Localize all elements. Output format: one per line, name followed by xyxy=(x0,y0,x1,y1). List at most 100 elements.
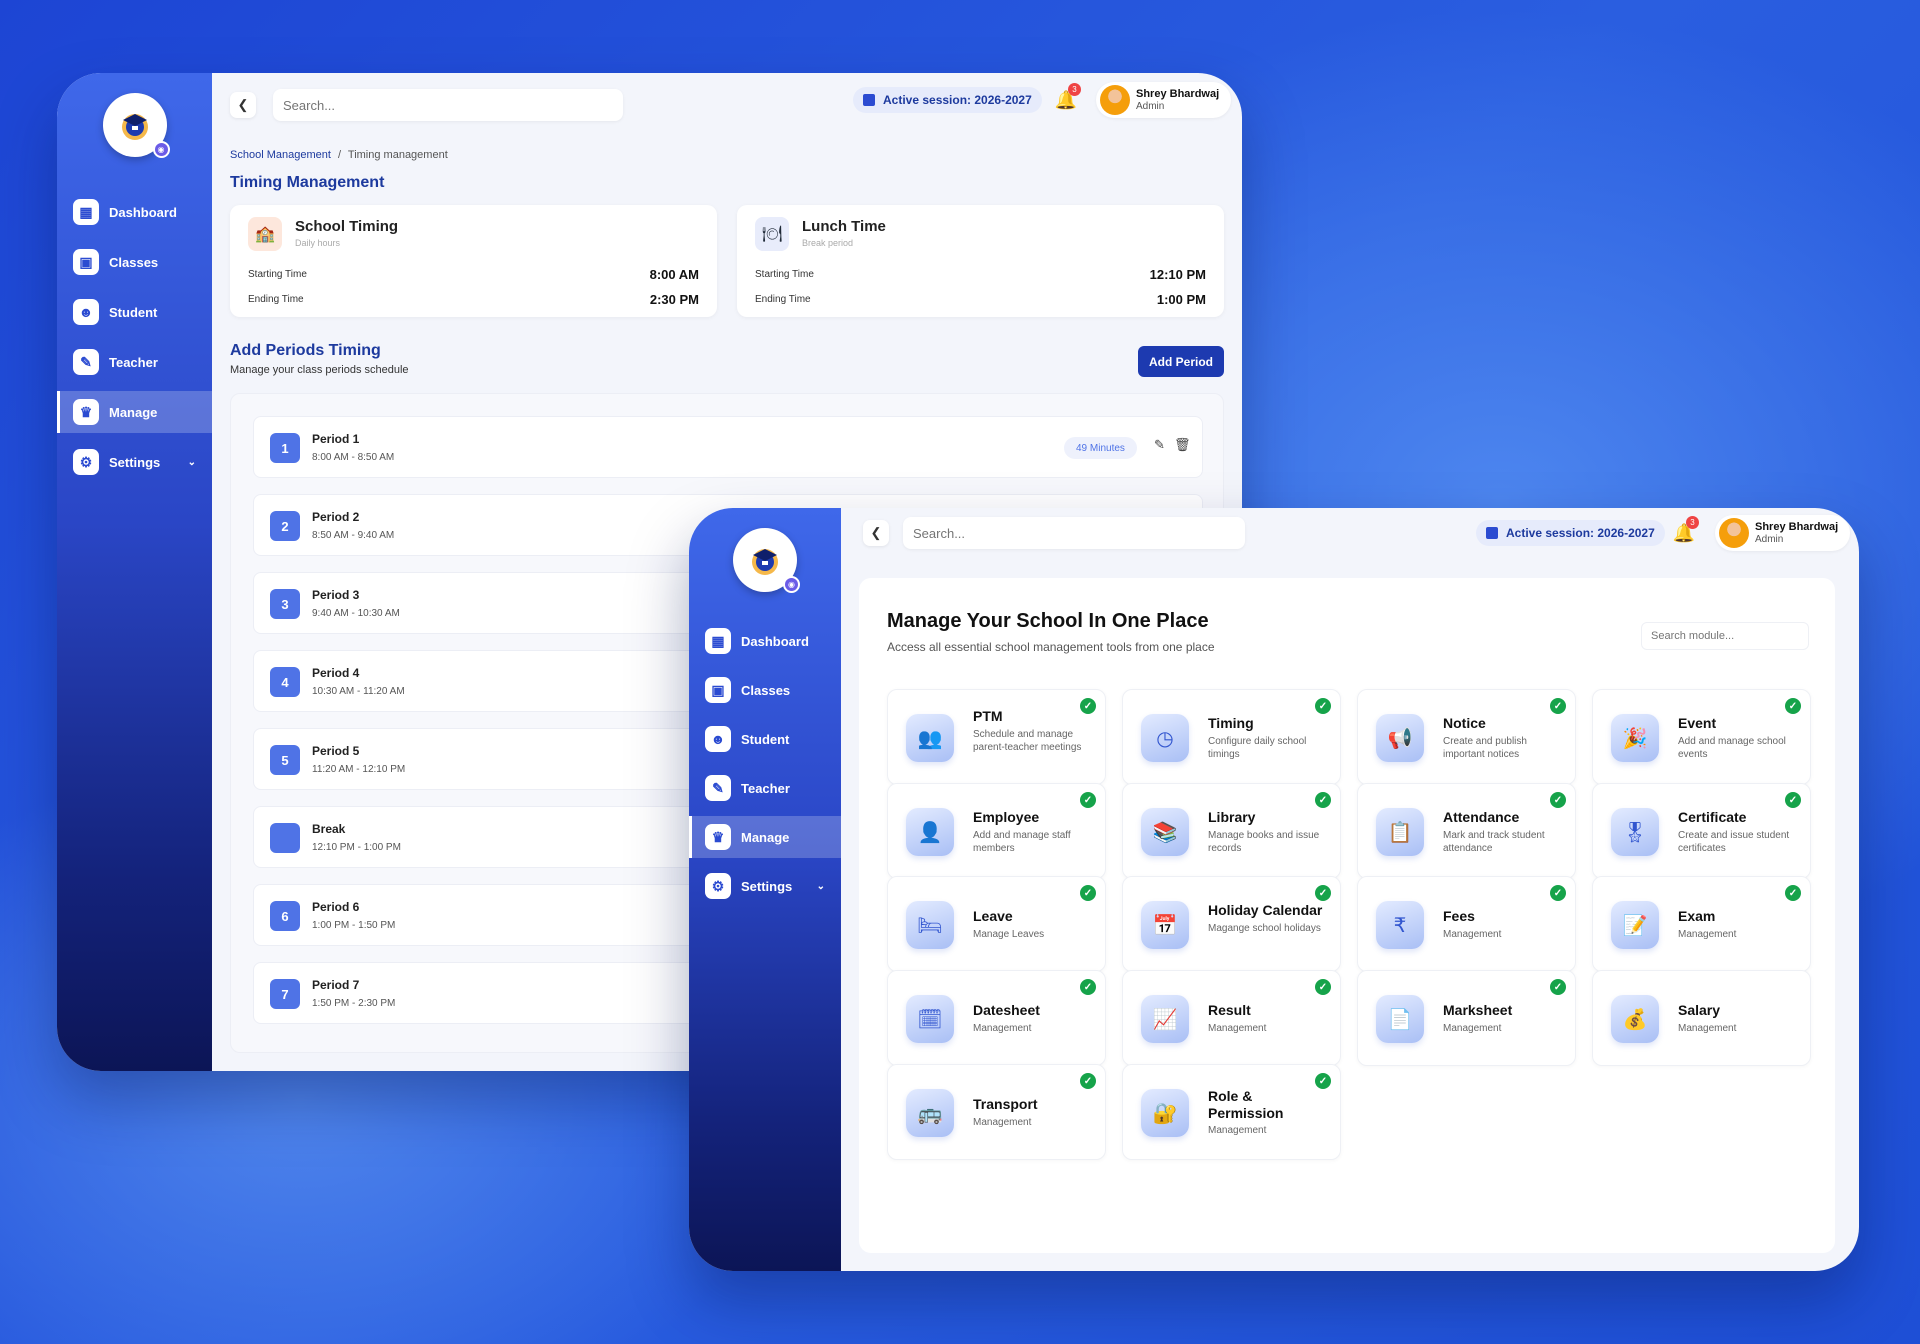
sidebar-item-manage[interactable]: ♛ Manage xyxy=(57,391,212,433)
sidebar-item-student[interactable]: ☻ Student xyxy=(57,291,212,333)
leave-icon: 🛏 xyxy=(906,901,954,949)
school-logo[interactable]: ◉ xyxy=(102,93,170,158)
sidebar-item-label: Settings xyxy=(109,454,161,470)
module-card[interactable]: 🗓 Datesheet Management ✓ xyxy=(887,970,1106,1066)
module-card[interactable]: 📋 Attendance Mark and track student attend… xyxy=(1357,783,1576,879)
start-label: Starting Time xyxy=(248,269,307,280)
chevron-down-icon[interactable]: ⌄ xyxy=(188,457,196,468)
sidebar-item-label: Manage xyxy=(741,829,790,845)
module-card[interactable]: 📄 Marksheet Management ✓ xyxy=(1357,970,1576,1066)
user-profile[interactable]: Shrey Bhardwaj Admin xyxy=(1096,82,1232,118)
active-session-badge[interactable]: Active session: 2026-2027 xyxy=(853,87,1042,113)
school-logo[interactable]: ◉ xyxy=(733,528,800,593)
back-button[interactable]: ❮ xyxy=(230,92,256,118)
sidebar-item-student[interactable]: ☻ Student xyxy=(689,718,841,760)
module-description: Management xyxy=(1678,1023,1737,1034)
module-description: Create and publish important notices xyxy=(1443,736,1527,760)
delete-icon[interactable]: 🗑 xyxy=(1174,437,1191,453)
module-card[interactable]: 🔐 Role & Permission Management ✓ xyxy=(1122,1064,1341,1160)
dashboard-icon: ▦ xyxy=(73,199,99,225)
sidebar-item-label: Student xyxy=(109,304,158,320)
module-card[interactable]: 📈 Result Management ✓ xyxy=(1122,970,1341,1066)
period-name: Period 4 xyxy=(312,666,360,680)
camera-icon[interactable]: ◉ xyxy=(152,141,170,158)
period-time: 8:50 AM - 9:40 AM xyxy=(312,530,395,541)
check-icon: ✓ xyxy=(1785,698,1801,714)
module-title: Transport xyxy=(973,1096,1038,1112)
module-card[interactable]: ₹ Fees Management ✓ xyxy=(1357,876,1576,972)
attendance-icon: 📋 xyxy=(1376,808,1424,856)
manage-window: ◉ ▦ Dashboard ▣ Classes ☻ Student ✎ Teacher … xyxy=(689,508,1859,1271)
module-title: Fees xyxy=(1443,908,1475,924)
lunch-time-card: 🍽 Lunch Time Break period Starting Time 1… xyxy=(737,205,1224,317)
period-name: Period 6 xyxy=(312,900,360,914)
back-button[interactable]: ❮ xyxy=(863,520,889,546)
lunch-icon: 🍽 xyxy=(755,217,789,251)
user-profile[interactable]: Shrey Bhardwaj Admin xyxy=(1715,515,1851,551)
card-subtitle: Break period xyxy=(802,238,854,248)
sidebar-nav: ▦ Dashboard ▣ Classes ☻ Student ✎ Teacher ♛ M… xyxy=(689,620,841,915)
search-input[interactable] xyxy=(273,89,623,121)
sidebar-item-label: Dashboard xyxy=(741,633,809,649)
camera-icon[interactable]: ◉ xyxy=(783,576,800,593)
sidebar-item-classes[interactable]: ▣ Classes xyxy=(689,669,841,711)
start-label: Starting Time xyxy=(755,269,814,280)
module-card[interactable]: 📝 Exam Management ✓ xyxy=(1592,876,1811,972)
sidebar-item-teacher[interactable]: ✎ Teacher xyxy=(689,767,841,809)
end-time: 2:30 PM xyxy=(649,292,699,307)
sidebar-item-label: Settings xyxy=(741,878,793,894)
active-session-badge[interactable]: Active session: 2026-2027 xyxy=(1476,520,1665,546)
check-icon: ✓ xyxy=(1550,698,1566,714)
sidebar-item-settings[interactable]: ⚙ Settings ⌄ xyxy=(57,441,212,483)
module-card[interactable]: 🎉 Event Add and manage school events ✓ xyxy=(1592,689,1811,785)
settings-icon: ⚙ xyxy=(73,449,99,475)
module-card[interactable]: 📅 Holiday Calendar Magange school holidays… xyxy=(1122,876,1341,972)
event-icon: 🎉 xyxy=(1611,714,1659,762)
sidebar: ◉ ▦ Dashboard ▣ Classes ☻ Student ✎ Teacher … xyxy=(689,508,841,1271)
sidebar-item-settings[interactable]: ⚙ Settings ⌄ xyxy=(689,865,841,907)
module-title: Event xyxy=(1678,715,1717,731)
module-description: Management xyxy=(1208,1023,1267,1034)
module-card[interactable]: ◷ Timing Configure daily school timings ✓ xyxy=(1122,689,1341,785)
sidebar-item-label: Dashboard xyxy=(109,204,177,220)
school-building-icon: 🏫 xyxy=(248,217,282,251)
check-icon: ✓ xyxy=(1315,792,1331,808)
module-description: Management xyxy=(1443,1023,1502,1034)
module-card[interactable]: 💰 Salary Management xyxy=(1592,970,1811,1066)
user-name: Shrey Bhardwaj xyxy=(1755,520,1839,533)
marksheet-icon: 📄 xyxy=(1376,995,1424,1043)
sidebar-item-manage[interactable]: ♛ Manage xyxy=(689,816,841,858)
period-name: Period 5 xyxy=(312,744,360,758)
list-item[interactable]: 1 Period 1 8:00 AM - 8:50 AM 49 Minutes … xyxy=(253,416,1203,478)
sidebar-item-teacher[interactable]: ✎ Teacher xyxy=(57,341,212,383)
period-name: Break xyxy=(312,822,346,836)
module-card[interactable]: 👤 Employee Add and manage staff members ✓ xyxy=(887,783,1106,879)
module-title: Holiday Calendar xyxy=(1208,902,1323,918)
module-card[interactable]: 🎖 Certificate Create and issue student cer… xyxy=(1592,783,1811,879)
chevron-down-icon[interactable]: ⌄ xyxy=(817,881,825,892)
sidebar-item-classes[interactable]: ▣ Classes xyxy=(57,241,212,283)
module-search-input[interactable] xyxy=(1641,622,1809,650)
search-input[interactable] xyxy=(903,517,1245,549)
top-bar: ❮ xyxy=(230,86,623,124)
add-period-button[interactable]: Add Period xyxy=(1138,346,1224,377)
module-card[interactable]: 📚 Library Manage books and issue records ✓ xyxy=(1122,783,1341,879)
module-card[interactable]: 🚌 Transport Management ✓ xyxy=(887,1064,1106,1160)
module-card[interactable]: 📢 Notice Create and publish important noti… xyxy=(1357,689,1576,785)
sidebar-item-dashboard[interactable]: ▦ Dashboard xyxy=(689,620,841,662)
notification-bell-icon[interactable]: 🔔 3 xyxy=(1053,83,1081,113)
edit-icon[interactable]: ✎ xyxy=(1154,437,1165,453)
sidebar: ◉ ▦ Dashboard ▣ Classes ☻ Student ✎ Teacher … xyxy=(57,73,212,1071)
breadcrumb-root[interactable]: School Management xyxy=(230,149,331,161)
module-title: Certificate xyxy=(1678,809,1747,825)
period-number: 7 xyxy=(270,979,300,1009)
module-title: Result xyxy=(1208,1002,1251,1018)
sidebar-item-dashboard[interactable]: ▦ Dashboard xyxy=(57,191,212,233)
check-icon: ✓ xyxy=(1080,885,1096,901)
module-card[interactable]: 🛏 Leave Manage Leaves ✓ xyxy=(887,876,1106,972)
ptm-icon: 👥 xyxy=(906,714,954,762)
module-card[interactable]: 👥 PTM Schedule and manage parent-teacher m… xyxy=(887,689,1106,785)
period-time: 1:00 PM - 1:50 PM xyxy=(312,920,396,931)
notification-bell-icon[interactable]: 🔔 3 xyxy=(1671,516,1699,546)
module-title: Role & Permission xyxy=(1208,1088,1284,1121)
